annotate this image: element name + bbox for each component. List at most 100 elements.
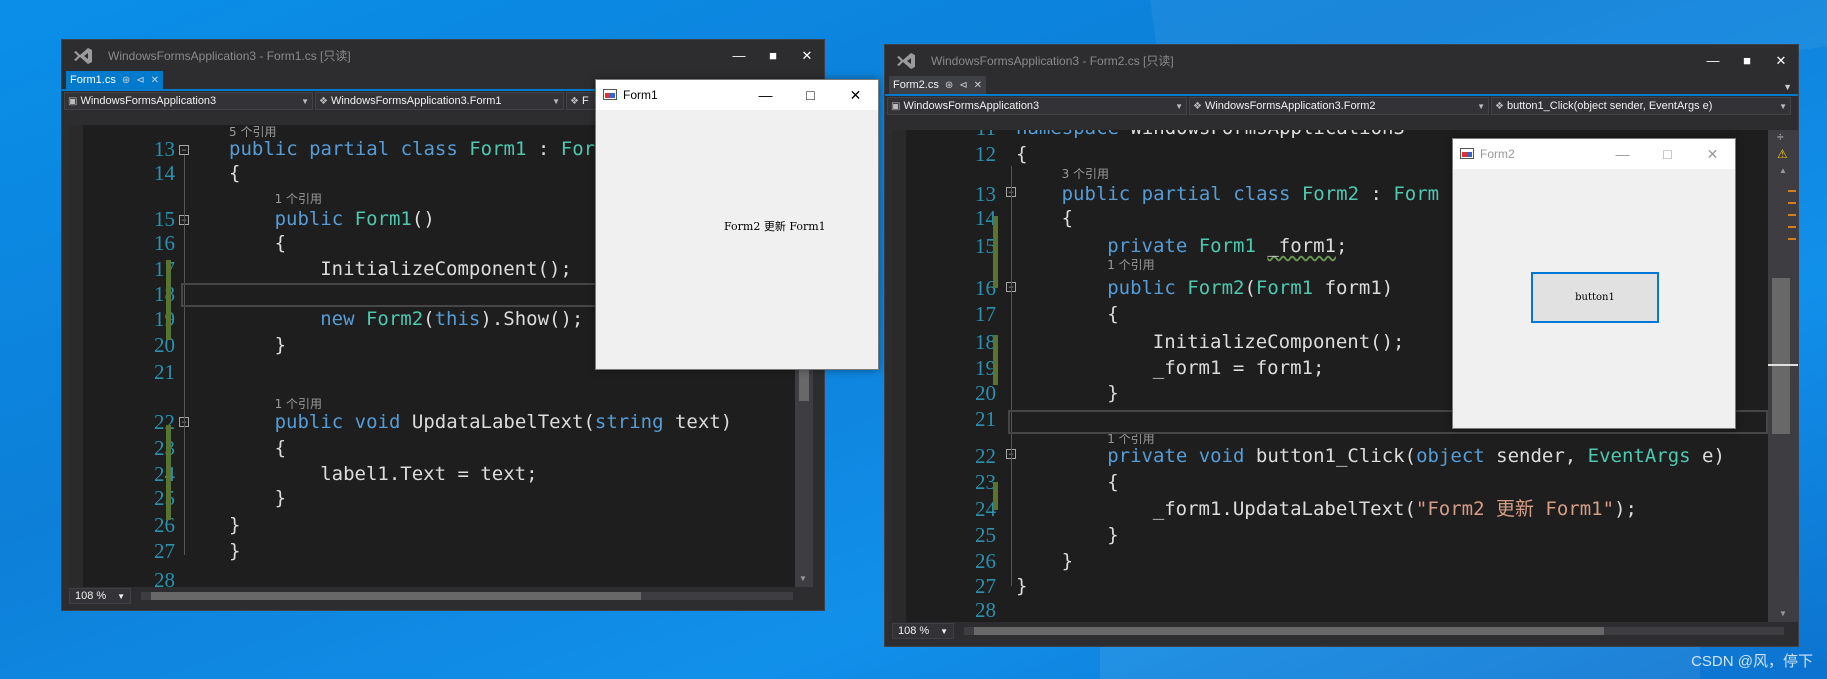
warning-icon[interactable]: ⚠	[1777, 147, 1788, 161]
change-marker	[993, 360, 998, 385]
form1-title-bar[interactable]: Form1 — □ ✕	[596, 80, 878, 110]
zoom-select[interactable]: 108 % ▼	[892, 623, 954, 639]
code-token: void	[354, 411, 412, 433]
code-text: {	[1107, 470, 1118, 494]
close-icon[interactable]: ✕	[1690, 146, 1735, 163]
codelens-reference-count[interactable]: 1 个引用	[275, 190, 322, 206]
minimize-icon[interactable]: —	[1600, 146, 1645, 163]
code-token: (	[423, 308, 435, 330]
code-line[interactable]: 28	[69, 568, 795, 587]
class-icon: ❖	[1193, 100, 1202, 112]
type-combo[interactable]: ❖ WindowsFormsApplication3.Form1 ▼	[315, 92, 564, 110]
code-token: Form2	[1187, 277, 1245, 299]
code-text: public void UpdataLabelText(string text)	[275, 410, 733, 434]
code-token: label1.Text = text;	[320, 463, 538, 485]
code-line[interactable]: 23{	[69, 436, 795, 460]
code-token: string	[594, 411, 675, 433]
maximize-icon[interactable]: □	[1645, 146, 1690, 163]
type-combo[interactable]: ❖ WindowsFormsApplication3.Form2 ▼	[1189, 97, 1489, 115]
code-line[interactable]: 26}	[892, 549, 1768, 573]
scrollbar-thumb[interactable]	[1772, 278, 1790, 434]
code-line[interactable]: 27}	[69, 539, 795, 563]
close-icon[interactable]: ✕	[1764, 45, 1798, 76]
pin-icon[interactable]: ⊲	[959, 80, 967, 91]
change-marker	[166, 500, 171, 520]
horizontal-scrollbar-thumb[interactable]	[974, 627, 1604, 635]
zoom-level: 108 %	[898, 625, 930, 637]
code-text: _form1 = form1;	[1153, 356, 1325, 380]
code-token: }	[229, 540, 241, 562]
chevron-down-icon: ▼	[940, 626, 948, 636]
tab-close-icon[interactable]: ✕	[974, 80, 982, 91]
codelens-reference-count[interactable]: 1 个引用	[275, 395, 322, 411]
close-icon[interactable]: ✕	[833, 87, 878, 104]
form1-window[interactable]: Form1 — □ ✕ Form2 更新 Form1	[595, 79, 879, 370]
code-line[interactable]: 27}	[892, 574, 1768, 598]
form2-window[interactable]: Form2 — □ ✕ button1	[1452, 138, 1736, 429]
tab-close-icon[interactable]: ✕	[151, 75, 159, 86]
code-line[interactable]: 24 _form1.UpdataLabelText("Form2 更新 Form1…	[892, 497, 1768, 521]
code-line[interactable]: 25}	[892, 523, 1768, 547]
code-token: _form1	[1267, 235, 1336, 257]
code-token: }	[274, 334, 287, 356]
line-number: 21	[975, 407, 996, 431]
change-marker	[993, 248, 998, 288]
maximize-icon[interactable]: ■	[1730, 45, 1764, 76]
readonly-lock-icon: ⊛	[121, 74, 131, 86]
title-bar[interactable]: WindowsFormsApplication3 - Form2.cs [只读]…	[885, 45, 1798, 76]
button1[interactable]: button1	[1531, 272, 1659, 323]
pin-icon[interactable]: ⊲	[136, 75, 144, 86]
tab-form1-cs[interactable]: Form1.cs ⊛ ⊲ ✕	[66, 71, 164, 89]
codelens-reference-count[interactable]: 5 个引用	[229, 125, 276, 139]
code-line[interactable]: 22 private void button1_Click(object send…	[892, 444, 1768, 468]
codelens-reference-count[interactable]: 3 个引用	[1062, 165, 1109, 181]
visual-studio-logo-icon	[70, 43, 96, 69]
code-token: :	[1359, 183, 1394, 205]
code-line[interactable]: 22 public void UpdataLabelText(string tex…	[69, 410, 795, 434]
code-line[interactable]: 28	[892, 598, 1768, 622]
zoom-select[interactable]: 108 % ▼	[69, 588, 131, 604]
csharp-project-icon: ▣	[891, 100, 901, 112]
project-combo[interactable]: ▣ WindowsFormsApplication3 ▼	[887, 97, 1187, 115]
code-token: }	[1107, 524, 1119, 546]
code-line[interactable]: 23{	[892, 470, 1768, 494]
close-icon[interactable]: ✕	[790, 40, 824, 71]
winform-app-icon	[1460, 147, 1474, 161]
document-tab-row: Form2.cs ⊛ ⊲ ✕ ▼	[885, 76, 1798, 96]
code-line[interactable]: 24 label1.Text = text;	[69, 462, 795, 486]
maximize-icon[interactable]: ■	[756, 40, 790, 71]
split-icon[interactable]: ÷	[1777, 130, 1784, 144]
code-token: partial	[309, 138, 401, 160]
minimize-icon[interactable]: —	[722, 40, 756, 71]
vertical-scrollbar[interactable]: ÷ ⚠ ▲ ▼	[1768, 130, 1798, 622]
line-number: 19	[975, 356, 996, 380]
zoom-level: 108 %	[75, 590, 107, 602]
scroll-down-icon[interactable]: ▼	[1779, 609, 1787, 618]
codelens-reference-count[interactable]: 1 个引用	[1107, 256, 1154, 272]
scrollbar-thumb[interactable]	[799, 365, 809, 401]
code-token: "Form2 更新 Form1"	[1415, 498, 1615, 520]
code-token: }	[1061, 550, 1074, 572]
tab-form2-cs[interactable]: Form2.cs ⊛ ⊲ ✕	[889, 76, 987, 94]
title-bar[interactable]: WindowsFormsApplication3 - Form1.cs [只读]…	[62, 40, 824, 71]
minimize-icon[interactable]: —	[743, 87, 788, 104]
editor-status-strip: 108 % ▼	[69, 587, 813, 605]
code-line[interactable]: 26}	[69, 513, 795, 537]
window-title: WindowsFormsApplication3 - Form1.cs [只读]	[108, 49, 351, 63]
project-combo[interactable]: ▣ WindowsFormsApplication3 ▼	[64, 92, 313, 110]
horizontal-scrollbar-thumb[interactable]	[151, 592, 641, 600]
line-number: 11	[952, 130, 996, 140]
collapse-toggle-icon[interactable]: −	[179, 145, 189, 155]
form2-title-bar[interactable]: Form2 — □ ✕	[1453, 139, 1735, 169]
code-token: class	[1233, 183, 1302, 205]
code-line[interactable]: 25}	[69, 486, 795, 510]
code-token: ;	[1335, 235, 1348, 257]
scroll-up-icon[interactable]: ▲	[1779, 166, 1787, 175]
visual-studio-logo-icon	[893, 48, 919, 74]
change-marker	[166, 475, 171, 500]
scroll-down-icon[interactable]: ▼	[799, 574, 807, 583]
minimize-icon[interactable]: —	[1696, 45, 1730, 76]
tab-overflow-icon[interactable]: ▼	[1783, 82, 1792, 92]
maximize-icon[interactable]: □	[788, 87, 833, 104]
member-combo[interactable]: ❖ button1_Click(object sender, EventArgs …	[1491, 97, 1791, 115]
